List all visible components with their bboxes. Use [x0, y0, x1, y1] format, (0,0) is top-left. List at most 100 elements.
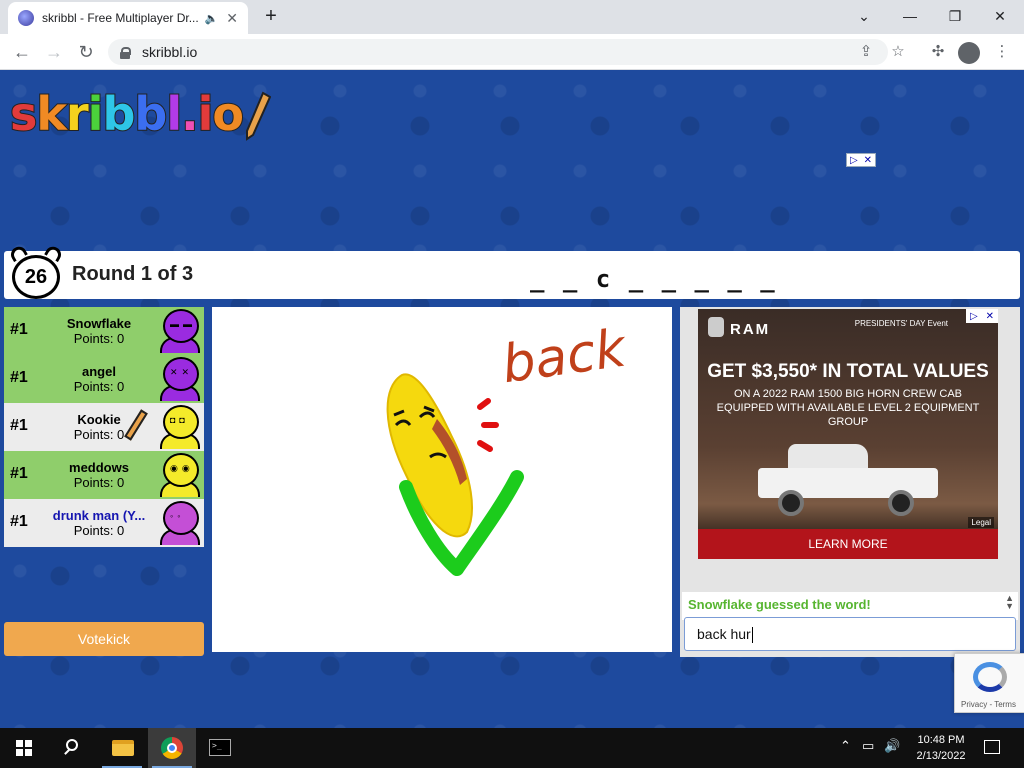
ram-advertisement[interactable]: RAM PRESIDENTS' DAY Event ▷ ✕ GET $3,550*… [698, 309, 998, 559]
player-row: #1 meddows Points: 0 ◉◉ [4, 451, 204, 499]
skribbl-page: s k r i b b l . i o ▷ ✕ 26 Round 1 of 3 _… [0, 71, 1024, 728]
player-name: meddows [69, 460, 129, 475]
player-list: #1 Snowflake Points: 0 ▬▬ #1 angel Points:… [4, 307, 204, 547]
logo-letter: i [87, 86, 105, 142]
votekick-button[interactable]: Votekick [4, 622, 204, 656]
recaptcha-links[interactable]: Privacy - Terms [961, 700, 1016, 709]
word-hint: _ _ c _ _ _ _ _ [530, 265, 777, 293]
timer-clock: 26 [8, 243, 64, 301]
logo-pencil-icon [245, 91, 271, 141]
player-avatar: ◦◦ [158, 501, 200, 545]
player-points: Points: 0 [73, 475, 125, 490]
windows-taskbar: >_ ⌃ ▭ 🔊 10:48 PM 2/13/2022 [0, 728, 1024, 768]
file-explorer-taskbar-button[interactable] [98, 728, 146, 768]
logo-letter: s [9, 86, 38, 142]
share-icon[interactable]: ⇪ [854, 40, 878, 64]
timer-value: 26 [12, 255, 60, 299]
recaptcha-badge[interactable]: Privacy - Terms [954, 653, 1024, 713]
tab-search-icon[interactable]: ⌄ [846, 4, 882, 28]
windows-start-icon[interactable] [16, 740, 32, 756]
guess-input[interactable]: back hur [684, 617, 1016, 651]
logo-letter: k [35, 86, 68, 142]
clock-date: 2/13/2022 [916, 750, 966, 762]
new-tab-button[interactable]: + [260, 6, 282, 28]
chat-log: Snowflake guessed the word! ▲ ▼ [682, 592, 1018, 620]
notification-icon[interactable] [984, 740, 1000, 754]
browser-tab-bar: skribbl - Free Multiplayer Dr... 🔈 ✕ + ⌄… [0, 0, 1024, 34]
game-header: 26 Round 1 of 3 _ _ c _ _ _ _ _ [4, 243, 1020, 299]
network-icon[interactable]: ▭ [862, 738, 874, 754]
logo-letter: b [101, 86, 136, 142]
player-name: drunk man (Y... [52, 508, 146, 523]
chrome-icon [161, 737, 183, 759]
player-points: Points: 0 [73, 331, 125, 346]
url-text: skribbl.io [142, 44, 198, 60]
ad-headline: GET $3,550* IN TOTAL VALUES [707, 361, 989, 382]
learn-more-button[interactable]: LEARN MORE [698, 529, 998, 559]
browser-tab[interactable]: skribbl - Free Multiplayer Dr... 🔈 ✕ [8, 2, 248, 34]
terminal-icon: >_ [209, 739, 231, 756]
player-row: #1 drunk man (Y... Points: 0 ◦◦ [4, 499, 204, 547]
search-icon[interactable] [62, 738, 82, 758]
player-row: #1 angel Points: 0 ✕✕ [4, 355, 204, 403]
player-name: angel [82, 364, 116, 379]
truck-image [758, 434, 938, 516]
restore-button[interactable]: ❐ [937, 4, 973, 28]
chat-message: Snowflake guessed the word! [688, 597, 871, 612]
minimize-button[interactable]: — [892, 4, 928, 28]
close-window-button[interactable]: ✕ [982, 4, 1018, 28]
player-points: Points: 0 [73, 379, 125, 394]
right-column: RAM PRESIDENTS' DAY Event ▷ ✕ GET $3,550*… [680, 307, 1020, 657]
skribbl-favicon-icon [18, 10, 34, 26]
ad-choices-icon[interactable]: ▷ ✕ [966, 309, 998, 323]
logo-letter: b [133, 86, 168, 142]
tab-close-icon[interactable]: ✕ [226, 10, 238, 27]
back-arrow-icon[interactable]: ← [10, 40, 34, 64]
player-rank: #1 [10, 321, 28, 338]
player-row: #1 Snowflake Points: 0 ▬▬ [4, 307, 204, 355]
player-avatar: ▬▬ [158, 309, 200, 353]
reload-icon[interactable]: ↻ [74, 40, 98, 64]
ram-logo-icon [708, 317, 724, 337]
profile-avatar-icon[interactable] [958, 42, 980, 64]
player-avatar: ◉◉ [158, 453, 200, 497]
player-avatar: ✕✕ [158, 357, 200, 401]
system-clock[interactable]: 10:48 PM 2/13/2022 [906, 732, 976, 764]
player-name: Snowflake [66, 316, 132, 331]
player-row-drawing: #1 Kookie Points: 0 ◘◘ [4, 403, 204, 451]
address-bar[interactable]: skribbl.io [108, 39, 888, 65]
player-rank: #1 [10, 465, 28, 482]
drawing-canvas[interactable]: back [212, 307, 672, 652]
logo-letter: l [165, 86, 183, 142]
ad-brand: RAM [730, 321, 771, 338]
player-rank: #1 [10, 369, 28, 386]
recaptcha-logo-icon [973, 662, 1007, 692]
speaker-icon[interactable]: 🔈 [205, 12, 219, 25]
guess-input-value: back hur [697, 626, 751, 642]
player-rank: #1 [10, 417, 28, 434]
bookmark-star-icon[interactable]: ☆ [886, 40, 910, 64]
player-points: Points: 0 [73, 523, 125, 538]
tab-title: skribbl - Free Multiplayer Dr... [42, 11, 199, 25]
ad-event: PRESIDENTS' DAY Event [854, 319, 948, 328]
extensions-puzzle-icon[interactable]: ✣ [926, 40, 950, 64]
skribbl-logo: s k r i b b l . i o [9, 85, 271, 142]
logo-letter: r [65, 86, 90, 142]
volume-icon[interactable]: 🔊 [884, 738, 900, 754]
folder-icon [112, 740, 134, 756]
tray-chevron-icon[interactable]: ⌃ [840, 738, 851, 754]
chat-scrollbar[interactable]: ▲ ▼ [1005, 594, 1014, 611]
lock-icon [120, 46, 131, 59]
ad-subtext: ON A 2022 RAM 1500 BIG HORN CREW CAB EQU… [716, 388, 980, 428]
player-rank: #1 [10, 513, 28, 530]
browser-toolbar: ← → ↻ skribbl.io ⇪ ☆ ✣ ⋮ [0, 34, 1024, 70]
menu-dots-icon[interactable]: ⋮ [990, 40, 1014, 64]
ad-legal-link[interactable]: Legal [968, 517, 994, 528]
round-indicator: Round 1 of 3 [72, 263, 194, 285]
terminal-taskbar-button[interactable]: >_ [196, 728, 244, 768]
chrome-taskbar-button[interactable] [148, 728, 196, 768]
player-avatar: ◘◘ [158, 405, 200, 449]
forward-arrow-icon[interactable]: → [42, 40, 66, 64]
adchoices-icon[interactable]: ▷ ✕ [846, 153, 876, 167]
logo-letter: o [211, 86, 245, 142]
